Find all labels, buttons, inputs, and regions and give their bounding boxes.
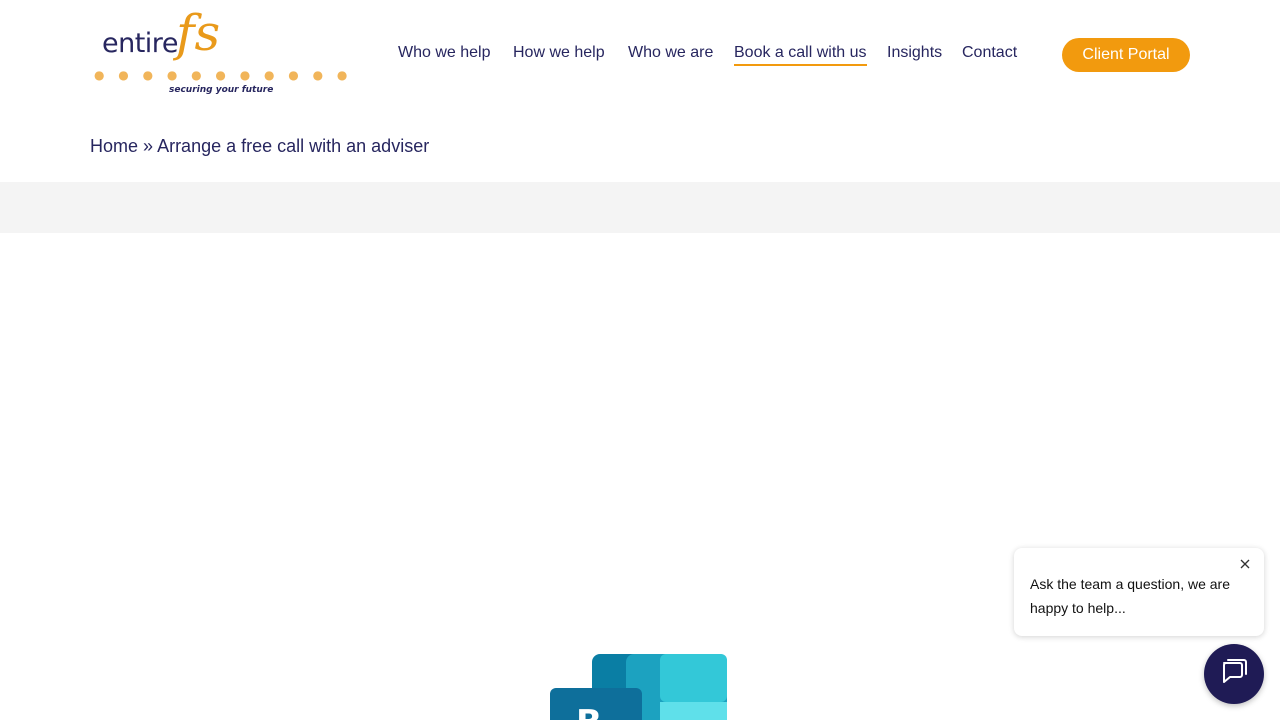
nav-how-we-help[interactable]: How we help xyxy=(513,44,605,62)
nav-contact[interactable]: Contact xyxy=(962,44,1017,62)
page-banner xyxy=(0,182,1280,233)
chat-icon xyxy=(1219,657,1249,691)
breadcrumb-home-link[interactable]: Home xyxy=(90,136,138,156)
nav-who-we-are[interactable]: Who we are xyxy=(628,44,713,62)
logo-dots: ● ● ● ● ● ● ● ● ● ● ● xyxy=(94,68,353,82)
chat-prompt-popup: Ask the team a question, we are happy to… xyxy=(1014,548,1264,636)
breadcrumb-current: Arrange a free call with an adviser xyxy=(157,136,430,156)
logo-word: entire xyxy=(102,28,178,59)
logo-mark: fs xyxy=(176,4,221,62)
nav-insights[interactable]: Insights xyxy=(887,44,942,62)
site-header: entire fs ● ● ● ● ● ● ● ● ● ● ● securing… xyxy=(0,0,1280,110)
breadcrumb-separator: » xyxy=(143,136,154,156)
bookings-app-icon: B xyxy=(550,654,727,720)
client-portal-button[interactable]: Client Portal xyxy=(1062,38,1190,72)
nav-who-we-help[interactable]: Who we help xyxy=(398,44,491,62)
logo-tagline: securing your future xyxy=(169,85,274,95)
chat-launcher-button[interactable] xyxy=(1204,644,1264,704)
close-icon[interactable] xyxy=(1238,556,1252,570)
entirefs-logo[interactable]: entire fs ● ● ● ● ● ● ● ● ● ● ● securing… xyxy=(92,4,347,100)
breadcrumb: Home » Arrange a free call with an advis… xyxy=(90,136,429,157)
nav-book-a-call[interactable]: Book a call with us xyxy=(734,44,867,66)
svg-text:B: B xyxy=(576,703,602,720)
chat-prompt-message: Ask the team a question, we are happy to… xyxy=(1030,576,1230,616)
